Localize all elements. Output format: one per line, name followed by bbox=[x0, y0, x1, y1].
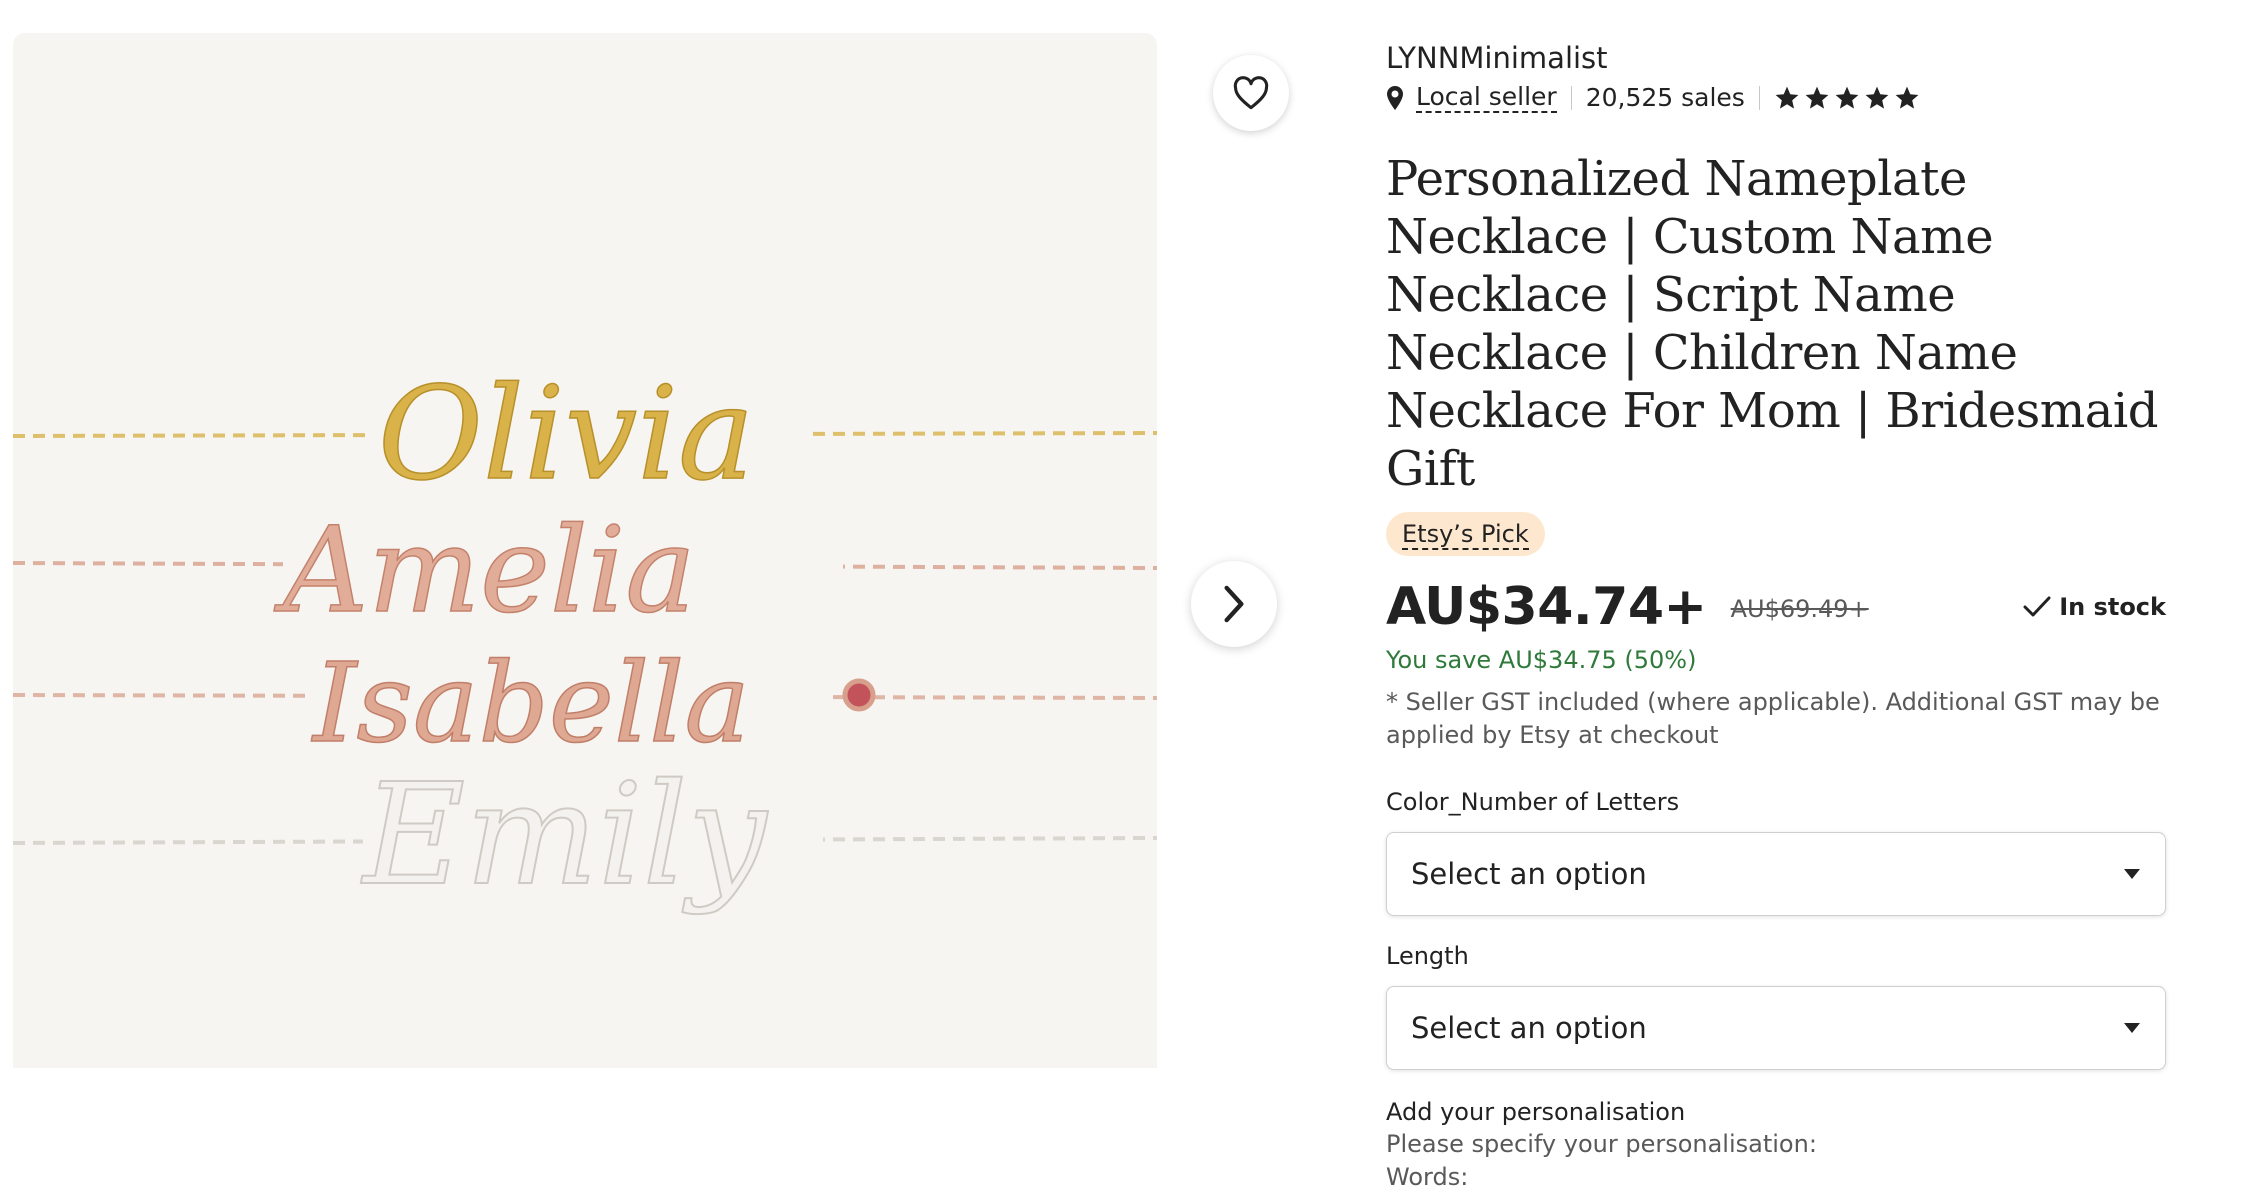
caret-down-icon bbox=[2124, 869, 2140, 879]
seller-row: Local seller 20,525 sales bbox=[1386, 80, 2166, 116]
stock-label: In stock bbox=[2059, 593, 2166, 621]
sales-count: 20,525 sales bbox=[1585, 83, 1745, 112]
select-value: Select an option bbox=[1411, 1011, 1647, 1045]
star-icon bbox=[1865, 86, 1889, 109]
personalisation-label: Add your personalisation bbox=[1386, 1098, 1686, 1126]
necklace-photo: Olivia Amelia Isabella Emily bbox=[13, 33, 1157, 1068]
location-pin-icon bbox=[1387, 86, 1403, 110]
checkmark-icon bbox=[2023, 596, 2051, 617]
personalisation-words: Words: bbox=[1386, 1163, 1469, 1191]
divider bbox=[1570, 86, 1572, 110]
necklace-name-3: Isabella bbox=[311, 639, 750, 767]
listing-title: Personalized Nameplate Necklace | Custom… bbox=[1386, 151, 2158, 497]
next-image-button[interactable] bbox=[1191, 561, 1277, 647]
original-price: AU$69.49+ bbox=[1730, 595, 1869, 623]
product-image[interactable]: Olivia Amelia Isabella Emily bbox=[13, 33, 1157, 1068]
price-row: AU$34.74+ AU$69.49+ In stock bbox=[1386, 576, 2166, 638]
star-icon bbox=[1835, 86, 1859, 109]
birthstone bbox=[842, 678, 876, 712]
current-price: AU$34.74+ bbox=[1386, 577, 1707, 637]
stock-status: In stock bbox=[2023, 593, 2166, 621]
heart-icon bbox=[1233, 76, 1269, 110]
star-icon bbox=[1805, 86, 1829, 109]
star-icon bbox=[1895, 86, 1919, 109]
etsys-pick-badge[interactable]: Etsy’s Pick bbox=[1386, 512, 1545, 556]
rating-stars[interactable] bbox=[1774, 85, 1920, 111]
necklace-name-1: Olivia bbox=[378, 360, 754, 509]
star-icon bbox=[1775, 86, 1799, 109]
length-option-label: Length bbox=[1386, 942, 1469, 970]
listing-info: LYNNMinimalist Local seller 20,525 sales… bbox=[1386, 38, 2166, 1194]
gst-note: * Seller GST included (where applicable)… bbox=[1386, 688, 2160, 749]
local-seller-link[interactable]: Local seller bbox=[1416, 83, 1557, 113]
shop-name-link[interactable]: LYNNMinimalist bbox=[1386, 38, 2166, 78]
select-value: Select an option bbox=[1411, 857, 1647, 891]
length-option-select[interactable]: Select an option bbox=[1386, 986, 2166, 1070]
divider bbox=[1758, 86, 1760, 110]
necklace-name-4: Emily bbox=[360, 754, 769, 917]
color-option-label: Color_Number of Letters bbox=[1386, 788, 1680, 816]
caret-down-icon bbox=[2124, 1023, 2140, 1033]
necklace-name-2: Amelia bbox=[274, 501, 696, 639]
color-option-select[interactable]: Select an option bbox=[1386, 832, 2166, 916]
favorite-button[interactable] bbox=[1213, 55, 1289, 131]
chevron-right-icon bbox=[1224, 585, 1244, 623]
savings-text: You save AU$34.75 (50%) bbox=[1386, 646, 1697, 674]
badge-label: Etsy’s Pick bbox=[1402, 520, 1529, 550]
personalisation-instructions: Please specify your personalisation: bbox=[1386, 1130, 1817, 1158]
